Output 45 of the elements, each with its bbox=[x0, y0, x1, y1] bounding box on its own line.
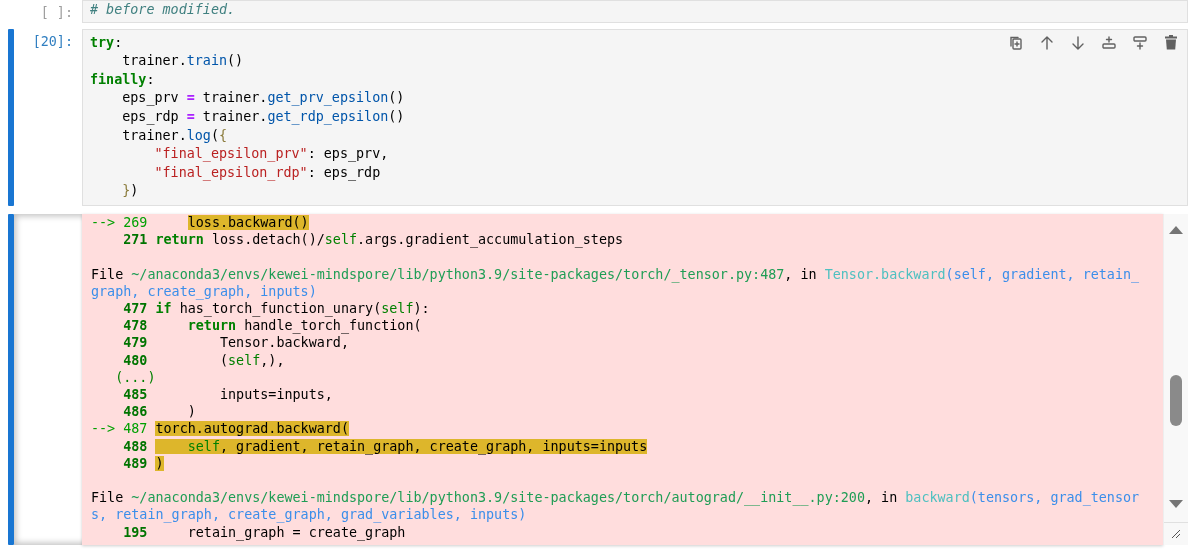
code-line: }) bbox=[121, 182, 139, 201]
traceback-file-line: File ~/anaconda3/envs/kewei-mindspore/lib/python3.9/site-packages/torch/autograd/__init__.py:200, in backward(tensors, grad_tensors, retain_graph, create_graph, grad_variables, inputs) bbox=[91, 489, 1141, 524]
traceback-line: 477 if has_torch_function_unary(self): bbox=[122, 300, 430, 318]
traceback-line: 480 (self,), bbox=[122, 351, 285, 369]
traceback-line: 479 Tensor.backward, bbox=[122, 334, 349, 352]
traceback-line: 478 return handle_torch_function( bbox=[122, 317, 422, 335]
arrow-down-icon bbox=[1070, 34, 1086, 51]
trash-icon bbox=[1165, 35, 1177, 51]
insert-below-button[interactable] bbox=[1132, 33, 1148, 52]
code-line: try: bbox=[90, 33, 123, 52]
arrow-up-icon bbox=[1039, 34, 1055, 51]
execution-count: [20]: bbox=[32, 32, 73, 51]
code-editor[interactable]: try: trainer.train() finally: eps_prv = trainer.get_prv_epsilon() eps_rdp = trainer.get_rdp_epsilon() trainer.log({ "final_epsilon_prv": eps_prv, "final_epsilon_rdp": eps_rdp }) bbox=[82, 28, 1188, 206]
code-editor[interactable]: # before modified. bbox=[82, 0, 1188, 23]
traceback-line: --> 487 torch.autograd.backward( bbox=[91, 420, 349, 438]
delete-button[interactable] bbox=[1163, 33, 1179, 52]
copy-plus-icon bbox=[1008, 34, 1024, 51]
traceback-line: 489 ) bbox=[122, 454, 164, 472]
resize-grip-icon[interactable] bbox=[1171, 528, 1181, 539]
scrollbar[interactable] bbox=[1163, 213, 1188, 545]
traceback-line: 271 return loss.detach()/self.args.gradient_accumulation_steps bbox=[122, 231, 624, 249]
traceback-line: --> 269 loss.backward() bbox=[91, 213, 309, 232]
insert-above-icon bbox=[1101, 34, 1117, 51]
move-down-button[interactable] bbox=[1070, 33, 1086, 52]
code-line: eps_prv = trainer.get_prv_epsilon() bbox=[121, 89, 405, 108]
traceback-file-line: File ~/anaconda3/envs/kewei-mindspore/lib/python3.9/site-packages/torch/_tensor.py:487, in Tensor.backward(self, gradient, retain_graph, create_graph, inputs) bbox=[91, 265, 1141, 300]
traceback-line: (...) bbox=[114, 368, 156, 386]
scroll-up-icon[interactable] bbox=[1169, 225, 1183, 234]
insert-above-button[interactable] bbox=[1101, 33, 1117, 52]
traceback-line: 488 self, gradient, retain_graph, create_graph, inputs=inputs bbox=[122, 437, 648, 455]
code-line: "final_epsilon_prv": eps_prv, bbox=[153, 145, 389, 164]
traceback-line: 486 ) bbox=[122, 403, 196, 421]
code-line: # before modified. bbox=[90, 1, 236, 19]
traceback-line: 195 retain_graph = create_graph bbox=[122, 523, 406, 541]
code-line: eps_rdp = trainer.get_rdp_epsilon() bbox=[121, 107, 405, 127]
code-line: finally: bbox=[90, 70, 155, 89]
traceback-line: 485 inputs=inputs, bbox=[122, 385, 333, 404]
scrollbar-thumb[interactable] bbox=[1170, 374, 1182, 426]
execution-count: [ ]: bbox=[40, 4, 73, 22]
code-line: trainer.log({ bbox=[121, 126, 228, 145]
scroll-down-icon[interactable] bbox=[1169, 499, 1183, 508]
code-line: trainer.train() bbox=[121, 52, 244, 71]
insert-below-icon bbox=[1132, 34, 1148, 51]
move-up-button[interactable] bbox=[1039, 33, 1055, 52]
code-line: "final_epsilon_rdp": eps_rdp bbox=[153, 163, 381, 183]
